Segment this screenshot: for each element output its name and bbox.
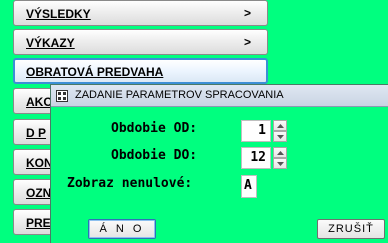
zrusit-button[interactable]: ZRUŠIŤ	[317, 219, 385, 239]
obdobie-do-value: 12	[250, 150, 266, 165]
menu-item-label: OZN	[26, 186, 52, 200]
menu-item-obratova-predvaha[interactable]: OBRATOVÁ PREDVAHA	[13, 58, 268, 84]
obdobie-do-input[interactable]: 12	[241, 147, 271, 169]
submenu-arrow-icon: >	[243, 6, 251, 20]
menu-item-label: OBRATOVÁ PREDVAHA	[26, 65, 164, 79]
stepper-up-icon[interactable]	[273, 120, 287, 131]
stepper-up-icon[interactable]	[273, 147, 287, 158]
zobraz-nenulove-input[interactable]: A	[241, 175, 257, 198]
menu-item-label: KON	[26, 156, 53, 170]
stepper-down-icon[interactable]	[273, 158, 287, 169]
dialog-title-bar[interactable]: ZADANIE PARAMETROV SPRACOVANIA	[51, 85, 388, 107]
submenu-arrow-icon: >	[243, 35, 251, 49]
ano-button[interactable]: Á N O	[88, 219, 156, 239]
obdobie-do-stepper[interactable]	[273, 147, 287, 169]
zobraz-nenulove-label: Zobraz nenulové:	[67, 176, 193, 191]
parameters-dialog: ZADANIE PARAMETROV SPRACOVANIA Obdobie O…	[50, 84, 388, 243]
obdobie-od-stepper[interactable]	[273, 120, 287, 142]
menu-item-label: VÝKAZY	[26, 36, 75, 50]
menu-item-label: VÝSLEDKY	[26, 7, 91, 21]
app-icon	[56, 89, 68, 102]
menu-item-label: D P	[26, 126, 47, 140]
obdobie-od-label: Obdobie OD:	[111, 121, 198, 136]
zobraz-nenulove-value: A	[244, 178, 252, 193]
menu-item-label: AKC	[26, 95, 52, 109]
menu-item-label: PRE	[26, 216, 51, 230]
stepper-down-icon[interactable]	[273, 131, 287, 142]
menu-item-vykazy[interactable]: VÝKAZY >	[13, 29, 268, 55]
menu-item-vysledky[interactable]: VÝSLEDKY >	[13, 0, 268, 26]
obdobie-do-label: Obdobie DO:	[111, 148, 198, 163]
dialog-title: ZADANIE PARAMETROV SPRACOVANIA	[75, 89, 284, 101]
obdobie-od-input[interactable]: 1	[241, 120, 271, 142]
obdobie-od-value: 1	[258, 123, 266, 138]
